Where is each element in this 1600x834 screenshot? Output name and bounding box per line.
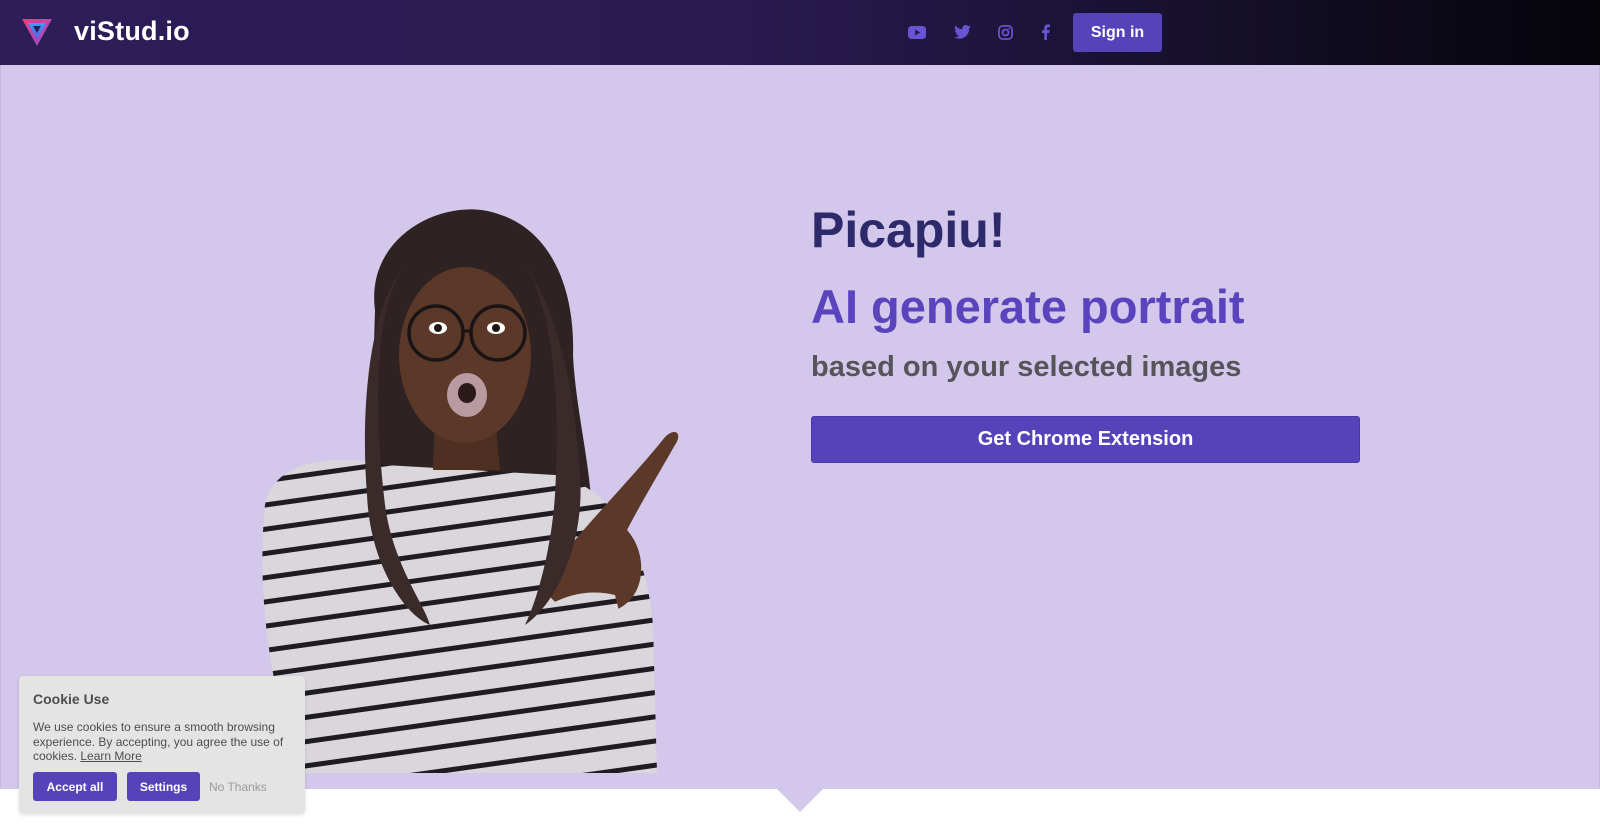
top-navbar: viStud.io Sign in [0, 0, 1600, 65]
instagram-icon[interactable] [993, 21, 1017, 43]
cookie-description: We use cookies to ensure a smooth browsi… [33, 720, 284, 763]
vistudio-logo-icon[interactable] [20, 16, 54, 48]
learn-more-link[interactable]: Learn More [80, 749, 141, 763]
accept-all-button[interactable]: Accept all [33, 772, 117, 801]
portrait-woman-pointing-image [262, 209, 679, 773]
no-thanks-button[interactable]: No Thanks [209, 772, 267, 801]
youtube-icon[interactable] [905, 21, 929, 43]
brand-name[interactable]: viStud.io [74, 14, 190, 48]
hero-description: based on your selected images [811, 351, 1242, 383]
sign-in-button[interactable]: Sign in [1073, 13, 1162, 52]
hero-subtitle: AI generate portrait [811, 280, 1245, 333]
cookie-title: Cookie Use [33, 691, 110, 707]
hero-title: Picapiu! [811, 202, 1006, 258]
twitter-icon[interactable] [950, 21, 974, 43]
hero-pointer-notch [776, 788, 824, 812]
cookie-text-block: We use cookies to ensure a smooth browsi… [33, 720, 295, 764]
cookie-banner: Cookie Use We use cookies to ensure a sm… [19, 676, 305, 814]
facebook-icon[interactable] [1033, 21, 1057, 43]
get-chrome-extension-button[interactable]: Get Chrome Extension [811, 416, 1360, 463]
cookie-settings-button[interactable]: Settings [127, 772, 200, 801]
